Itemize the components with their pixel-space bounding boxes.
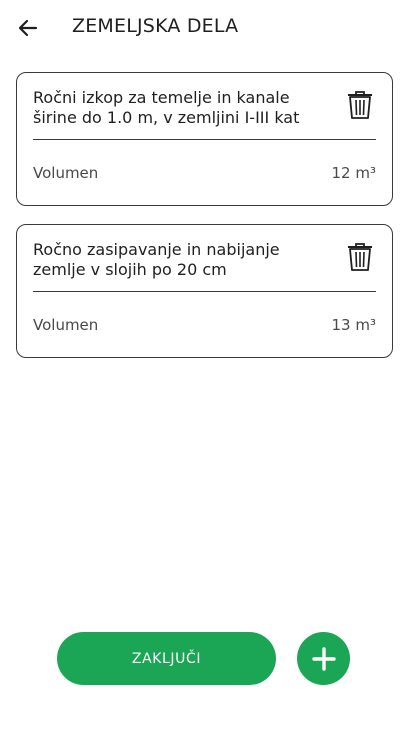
list-item: Ročno zasipavanje in nabijanje zemlje v … [16, 224, 393, 358]
delete-button[interactable] [346, 90, 374, 120]
item-title: Ročno zasipavanje in nabijanje zemlje v … [33, 240, 280, 279]
trash-icon [348, 91, 372, 119]
plus-icon [311, 646, 336, 671]
volume-value: 13 m³ [331, 316, 376, 334]
trash-icon [348, 243, 372, 271]
volume-value: 12 m³ [331, 164, 376, 182]
list-item: Ročni izkop za temelje in kanale širine … [16, 72, 393, 206]
add-button[interactable] [297, 632, 350, 685]
finish-button[interactable]: ZAKLJUČI [57, 632, 276, 685]
divider [33, 139, 376, 141]
back-button[interactable] [16, 16, 40, 40]
app-header: ZEMELJSKA DELA [0, 0, 411, 56]
item-title: Ročni izkop za temelje in kanale širine … [33, 88, 300, 127]
divider [33, 291, 376, 293]
volume-label: Volumen [33, 164, 99, 182]
volume-label: Volumen [33, 316, 99, 334]
page-title: ZEMELJSKA DELA [72, 15, 239, 37]
arrow-left-icon [18, 19, 38, 37]
delete-button[interactable] [346, 242, 374, 272]
